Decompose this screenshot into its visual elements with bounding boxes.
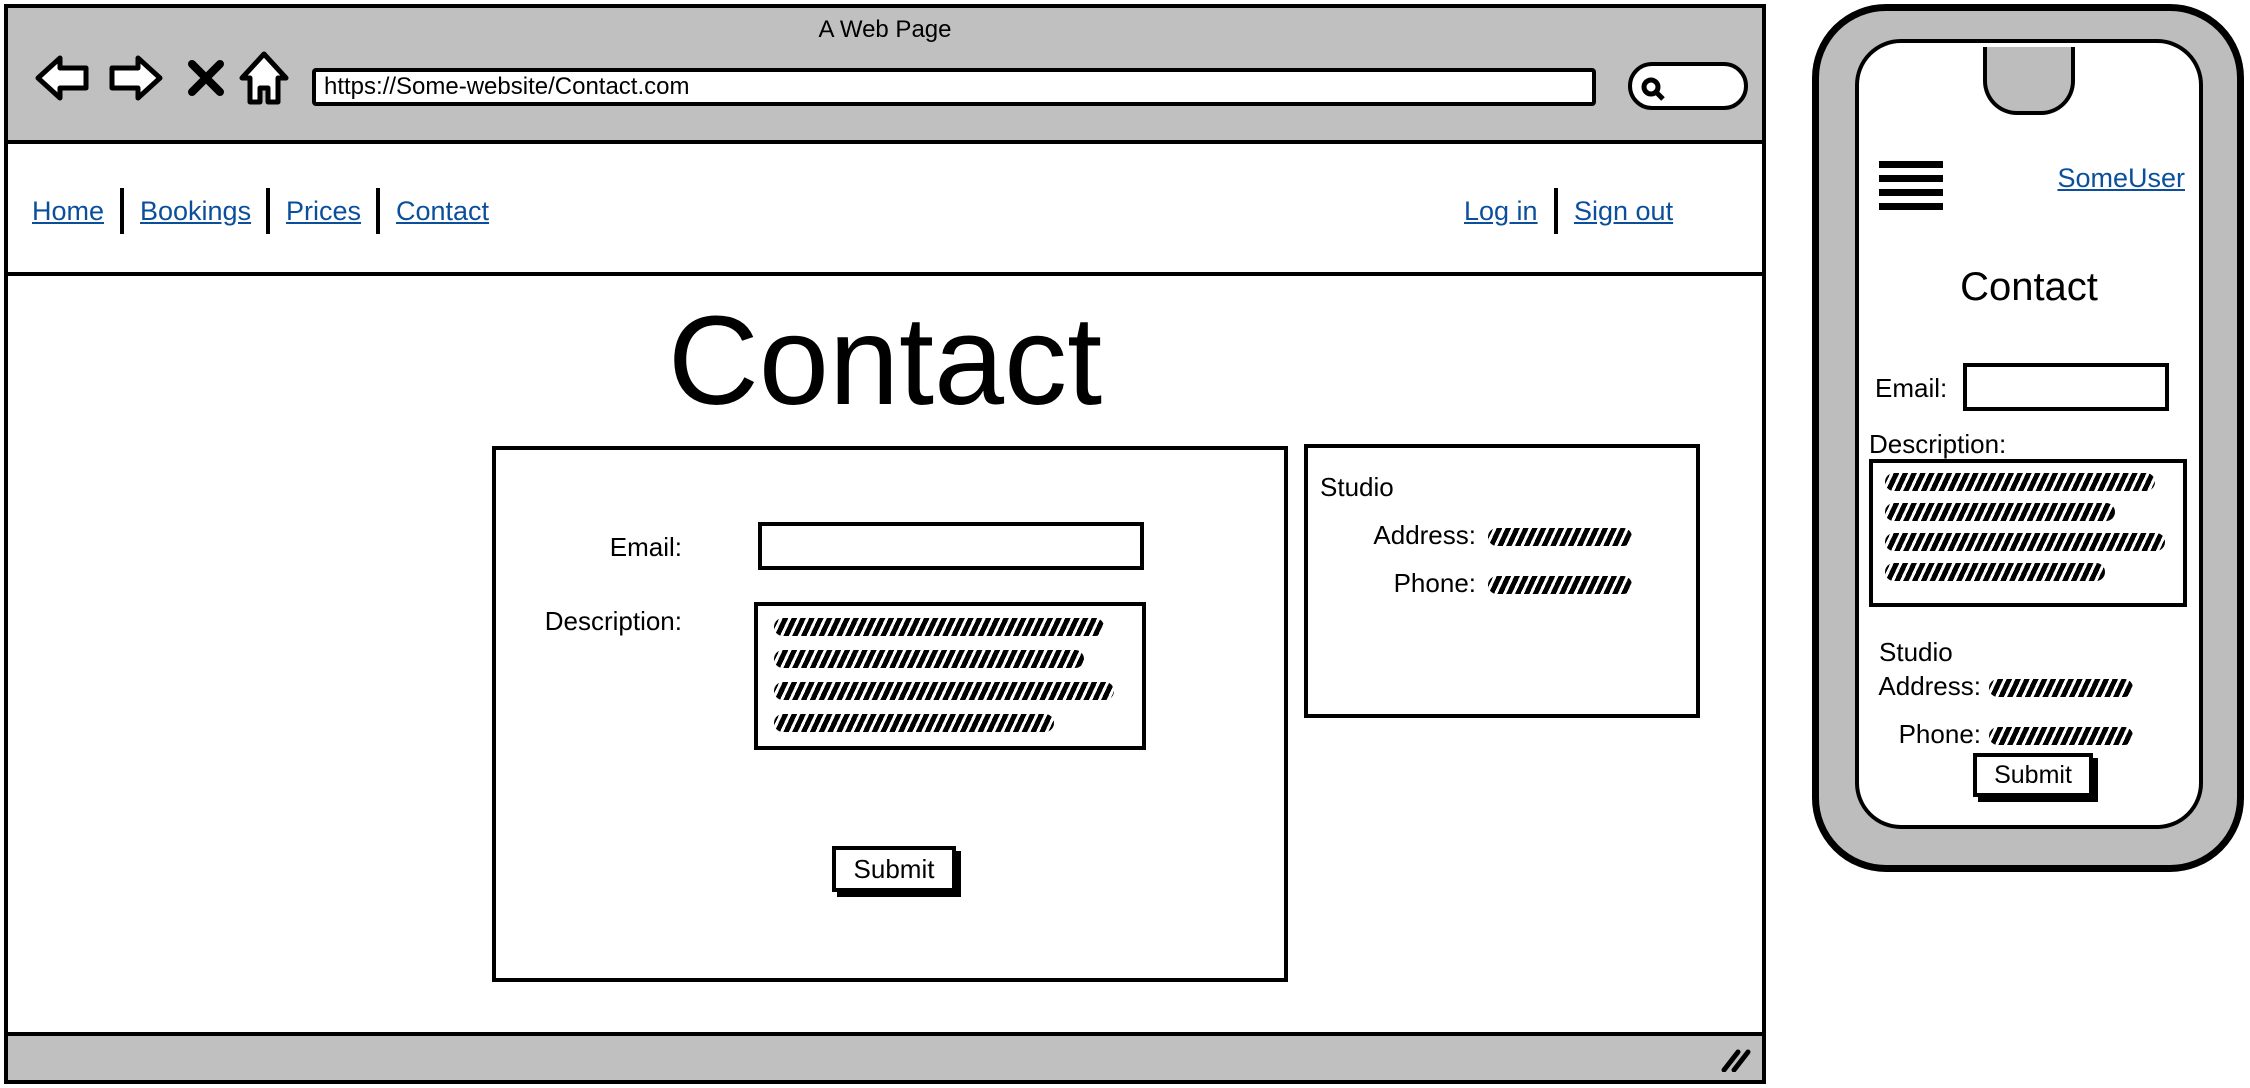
address-label: Address:: [1373, 520, 1476, 550]
home-icon[interactable]: [234, 48, 294, 108]
submit-button[interactable]: Submit: [832, 846, 956, 892]
address-value-scribble: [1488, 528, 1632, 546]
placeholder-scribble: [774, 650, 1084, 668]
address-bar[interactable]: https://Some-website/Contact.com: [312, 68, 1596, 106]
phone-frame: SomeUser Contact Email: Description: Stu…: [1812, 4, 2244, 872]
back-arrow-icon[interactable]: [32, 48, 92, 108]
phone-notch: [1983, 47, 2075, 115]
phone-screen: SomeUser Contact Email: Description: Stu…: [1855, 39, 2203, 829]
forward-arrow-icon[interactable]: [106, 48, 166, 108]
phone-submit-button[interactable]: Submit: [1973, 753, 2093, 797]
description-label: Description:: [544, 606, 682, 636]
nav-link-contact[interactable]: Contact: [396, 196, 489, 227]
nav-link-home[interactable]: Home: [32, 196, 104, 227]
login-link[interactable]: Log in: [1464, 196, 1538, 227]
nav-divider: [266, 188, 270, 234]
resize-grip-icon[interactable]: [1720, 1048, 1752, 1072]
phone-address-scribble: [1989, 679, 2133, 697]
nav-divider: [120, 188, 124, 234]
nav-divider: [376, 188, 380, 234]
placeholder-scribble: [774, 682, 1114, 700]
browser-window: A Web Page https://Some-website/Contact.…: [4, 4, 1766, 1084]
placeholder-scribble: [774, 714, 1054, 732]
page-title: Contact: [667, 290, 1103, 431]
phone-phone-label: Phone:: [1898, 719, 1981, 749]
contact-form: Email: Description: Submit: [492, 446, 1288, 982]
phone-page-title: Contact: [1960, 265, 2098, 309]
url-text: https://Some-website/Contact.com: [324, 73, 690, 100]
description-textarea[interactable]: [754, 602, 1146, 750]
close-x-icon[interactable]: [176, 48, 236, 108]
studio-title: Studio: [1320, 472, 1394, 502]
email-label: Email:: [609, 532, 682, 562]
hamburger-icon[interactable]: [1859, 161, 1959, 221]
phone-address-label: Address:: [1878, 671, 1981, 701]
placeholder-scribble: [1885, 563, 2105, 581]
phone-email-field[interactable]: [1963, 363, 2169, 411]
nav-divider: [1554, 188, 1558, 234]
browser-statusbar: [8, 1032, 1762, 1080]
placeholder-scribble: [774, 618, 1104, 636]
placeholder-scribble: [1885, 473, 2155, 491]
search-icon: [1641, 77, 1665, 101]
phone-studio-title: Studio: [1879, 637, 1953, 667]
phone-label: Phone:: [1393, 568, 1476, 598]
nav-link-bookings[interactable]: Bookings: [140, 196, 251, 227]
nav-link-prices[interactable]: Prices: [286, 196, 361, 227]
site-navbar: Home Bookings Prices Contact Log in Sign…: [8, 148, 1762, 276]
signout-link[interactable]: Sign out: [1574, 196, 1673, 227]
email-field[interactable]: [758, 522, 1144, 570]
browser-titlebar: A Web Page https://Some-website/Contact.…: [8, 8, 1762, 144]
studio-info-panel: Studio Address: Phone:: [1304, 444, 1700, 718]
phone-value-scribble: [1488, 576, 1632, 594]
phone-phone-scribble: [1989, 727, 2133, 745]
window-title: A Web Page: [818, 16, 952, 43]
browser-search-field[interactable]: [1628, 62, 1748, 110]
phone-email-label: Email:: [1875, 373, 1948, 403]
placeholder-scribble: [1885, 503, 2115, 521]
user-link[interactable]: SomeUser: [2057, 163, 2185, 194]
phone-description-textarea[interactable]: [1869, 459, 2187, 607]
phone-description-label: Description:: [1869, 429, 2007, 459]
placeholder-scribble: [1885, 533, 2165, 551]
